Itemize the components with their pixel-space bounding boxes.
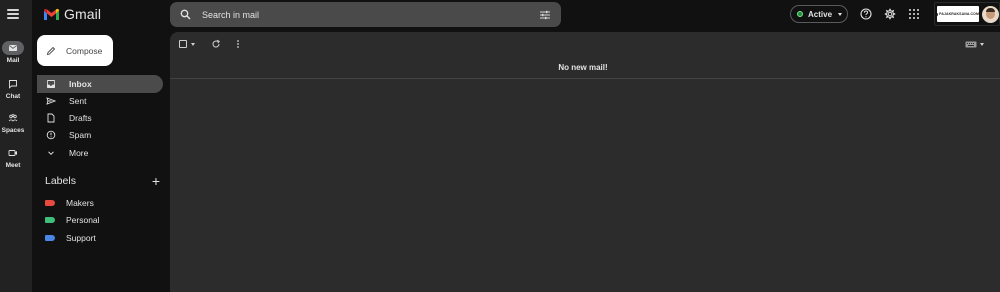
nav-item-label: Sent: [69, 96, 87, 106]
gmail-logo[interactable]: Gmail: [43, 6, 101, 22]
search-icon[interactable]: [180, 9, 191, 20]
mail-toolbar: [170, 32, 1000, 57]
rail-item-spaces[interactable]: Spaces: [0, 111, 26, 134]
more-vert-icon[interactable]: [235, 39, 241, 49]
label-name: Makers: [66, 198, 94, 208]
brand-mark-icon: [937, 12, 939, 16]
meet-icon: [8, 150, 17, 156]
rail-item-label: Spaces: [1, 127, 25, 134]
add-label-plus-icon[interactable]: +: [152, 174, 160, 188]
help-icon[interactable]: [860, 8, 872, 20]
inbox-icon: [47, 80, 55, 88]
labels-heading: Labels: [45, 175, 76, 187]
label-tag-icon: [45, 235, 55, 241]
compose-label: Compose: [66, 45, 103, 56]
status-label: Active: [808, 9, 833, 19]
nav-item-label: Spam: [69, 130, 92, 140]
label-item-personal[interactable]: Personal: [45, 215, 100, 225]
send-icon: [46, 97, 56, 105]
pencil-icon: [46, 46, 56, 55]
nav-item-label: Inbox: [69, 79, 92, 89]
nav-item-more[interactable]: More: [37, 144, 163, 162]
select-all-checkbox[interactable]: [179, 40, 187, 48]
rail-item-label: Chat: [5, 93, 21, 100]
spaces-icon: [8, 114, 18, 122]
main-menu-icon[interactable]: [7, 9, 19, 19]
label-name: Support: [66, 233, 96, 243]
labels-header: Labels +: [45, 174, 160, 188]
app-rail: Mail Chat Spaces Meet: [0, 0, 32, 292]
status-selector[interactable]: Active: [790, 5, 848, 23]
chevron-down-icon: [48, 151, 54, 156]
rail-item-mail[interactable]: Mail: [0, 41, 26, 64]
empty-inbox-message: No new mail!: [558, 63, 608, 72]
avatar[interactable]: [982, 5, 999, 23]
nav-item-spam[interactable]: Spam: [37, 126, 163, 144]
search-bar[interactable]: Search in mail: [170, 2, 561, 27]
app-name: Gmail: [64, 6, 102, 22]
label-tag-icon: [45, 200, 55, 206]
rail-item-label: Mail: [6, 57, 20, 64]
rail-item-label: Meet: [5, 162, 21, 169]
account-switcher[interactable]: PAJAKRAKSANA.COM: [934, 2, 1000, 26]
compose-button[interactable]: Compose: [37, 35, 113, 66]
label-item-support[interactable]: Support: [45, 233, 96, 243]
keyboard-icon[interactable]: [965, 41, 977, 48]
organization-logo: PAJAKRAKSANA.COM: [937, 6, 979, 22]
search-input[interactable]: Search in mail: [202, 10, 539, 20]
nav-item-label: More: [69, 148, 89, 158]
brand-text: PAJAKRAKSANA.COM: [939, 12, 979, 16]
settings-gear-icon[interactable]: [884, 8, 896, 20]
label-name: Personal: [66, 215, 100, 225]
draft-icon: [47, 113, 55, 123]
rail-item-chat[interactable]: Chat: [0, 77, 26, 100]
gmail-m-icon: [44, 8, 59, 20]
refresh-icon[interactable]: [211, 39, 221, 49]
nav-item-inbox[interactable]: Inbox: [37, 75, 163, 93]
divider: [170, 78, 1000, 79]
spam-icon: [46, 130, 56, 140]
nav-item-drafts[interactable]: Drafts: [37, 109, 163, 127]
input-tools-chevron-icon[interactable]: [980, 43, 984, 46]
select-options-chevron-icon[interactable]: [191, 43, 195, 46]
rail-item-meet[interactable]: Meet: [0, 146, 26, 169]
status-dot: [797, 11, 803, 17]
nav-item-sent[interactable]: Sent: [37, 92, 163, 110]
label-tag-icon: [45, 217, 55, 223]
search-options-icon[interactable]: [539, 10, 551, 20]
apps-grid-icon[interactable]: [908, 8, 920, 20]
label-item-makers[interactable]: Makers: [45, 198, 94, 208]
chat-icon: [9, 80, 17, 89]
nav-item-label: Drafts: [69, 113, 92, 123]
chevron-down-icon: [838, 12, 843, 16]
mail-list-panel: No new mail!: [170, 32, 1000, 292]
mail-icon: [9, 45, 17, 51]
